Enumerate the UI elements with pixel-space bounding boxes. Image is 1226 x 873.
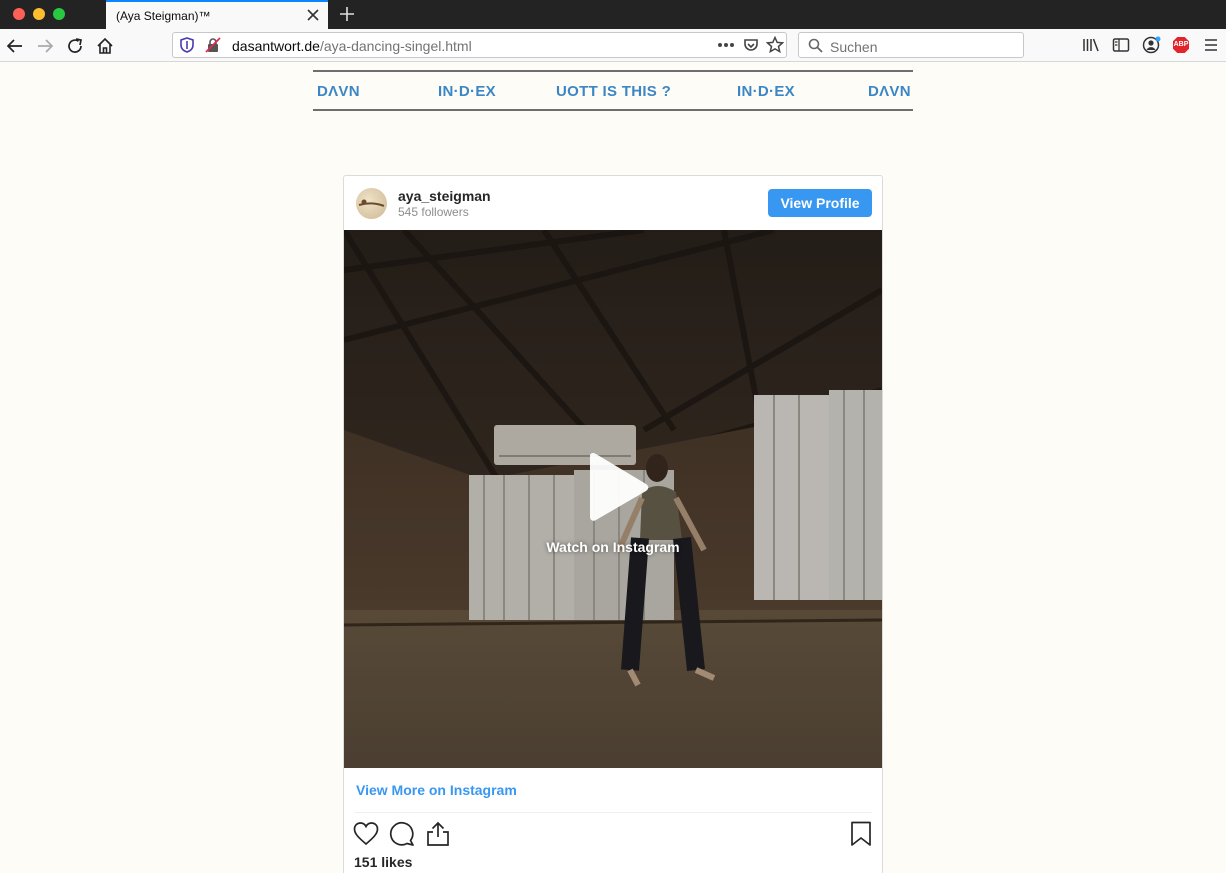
account-icon[interactable] (1142, 36, 1162, 54)
view-more-link[interactable]: View More on Instagram (356, 782, 517, 798)
avatar-image (358, 199, 385, 207)
instagram-embed: aya_steigman 545 followers View Profile (343, 175, 883, 873)
sidebar-icon[interactable] (1112, 37, 1130, 53)
share-icon[interactable] (425, 821, 451, 847)
view-profile-button[interactable]: View Profile (768, 189, 872, 217)
url-text: dasantwort.de/aya-dancing-singel.html (232, 38, 472, 54)
window-minimize-button[interactable] (33, 8, 45, 20)
new-tab-icon[interactable] (337, 4, 357, 24)
nav-link-davn-left[interactable]: DΛVN (317, 83, 360, 100)
bookmark-icon[interactable] (848, 821, 874, 847)
search-bar[interactable]: Suchen (798, 32, 1024, 58)
url-domain: dasantwort.de (232, 38, 320, 54)
insecure-connection-icon[interactable] (205, 37, 221, 53)
likes-count: 151 likes (354, 854, 413, 870)
url-path: /aya-dancing-singel.html (319, 38, 472, 54)
play-icon[interactable] (584, 452, 650, 522)
library-icon[interactable] (1082, 37, 1100, 53)
nav-link-index-right[interactable]: IN·D·EX (737, 83, 795, 100)
browser-tab[interactable]: (Aya Steigman)™ (106, 0, 328, 29)
username[interactable]: aya_steigman (398, 188, 491, 204)
watch-on-instagram-label[interactable]: Watch on Instagram (344, 539, 882, 555)
tab-title: (Aya Steigman)™ (116, 9, 211, 23)
heart-icon[interactable] (353, 821, 379, 847)
site-navigation: DΛVN IN·D·EX UOTT IS THIS ? IN·D·EX DΛVN (313, 70, 913, 111)
pocket-icon[interactable] (743, 37, 759, 53)
forward-icon[interactable] (35, 36, 55, 56)
window-close-button[interactable] (13, 8, 25, 20)
avatar[interactable] (356, 188, 387, 219)
url-bar[interactable]: dasantwort.de/aya-dancing-singel.html (172, 32, 787, 58)
search-icon (808, 38, 823, 53)
tab-bar: (Aya Steigman)™ (0, 0, 1226, 29)
comment-icon[interactable] (389, 821, 415, 847)
search-placeholder: Suchen (830, 39, 878, 55)
back-icon[interactable] (5, 36, 25, 56)
divider (354, 812, 872, 813)
nav-link-davn-right[interactable]: DΛVN (868, 83, 911, 100)
reload-icon[interactable] (65, 36, 85, 56)
page-actions-icon[interactable] (717, 41, 735, 49)
adblock-plus-icon[interactable]: ABP (1172, 36, 1190, 54)
nav-link-uott-is-this[interactable]: UOTT IS THIS ? (556, 83, 671, 100)
window-maximize-button[interactable] (53, 8, 65, 20)
hamburger-menu-icon[interactable] (1204, 38, 1218, 52)
tab-close-icon[interactable] (306, 8, 320, 22)
tracking-shield-icon[interactable] (180, 37, 194, 53)
adblock-badge-text: ABP (1173, 41, 1189, 48)
video-thumbnail[interactable]: Watch on Instagram (344, 230, 882, 768)
navigation-toolbar: dasantwort.de/aya-dancing-singel.html Su… (0, 29, 1226, 62)
nav-link-index-left[interactable]: IN·D·EX (438, 83, 496, 100)
bookmark-star-icon[interactable] (766, 36, 784, 54)
follower-count: 545 followers (398, 205, 469, 219)
home-icon[interactable] (95, 36, 115, 56)
